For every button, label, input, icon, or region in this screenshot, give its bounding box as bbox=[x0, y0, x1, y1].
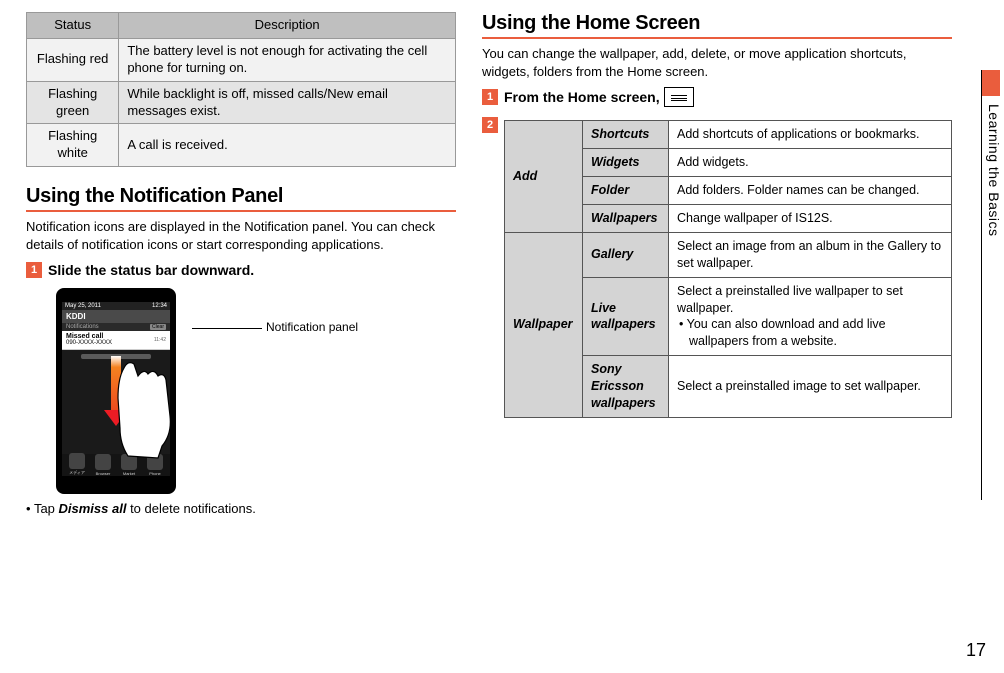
sub-live-wallpapers: Live wallpapers bbox=[583, 277, 669, 356]
table-row: Flashing red The battery level is not en… bbox=[27, 38, 456, 81]
home-intro: You can change the wallpaper, add, delet… bbox=[482, 45, 952, 80]
notif-sub: 090-XXXX-XXXX bbox=[66, 340, 112, 346]
phone-dock: メディア Browser Market Phone bbox=[62, 454, 170, 476]
desc-cell: Add folders. Folder names can be changed… bbox=[669, 177, 952, 205]
sub-folder: Folder bbox=[583, 177, 669, 205]
sub-gallery: Gallery bbox=[583, 232, 669, 277]
section-heading-home-screen: Using the Home Screen bbox=[482, 12, 952, 39]
status-header-status: Status bbox=[27, 13, 119, 39]
carrier-label: KDDI bbox=[62, 310, 170, 323]
step-2-home: 2 Add Shortcuts Add shortcuts of applica… bbox=[482, 116, 952, 417]
menu-icon bbox=[664, 87, 694, 107]
status-cell: Flashing green bbox=[27, 81, 119, 124]
table-row: Flashing green While backlight is off, m… bbox=[27, 81, 456, 124]
notification-illustration: May 25, 2011 12:34 KDDI Notifications Cl… bbox=[26, 288, 456, 494]
status-bar-date: May 25, 2011 bbox=[65, 303, 101, 309]
notif-title: Missed call bbox=[66, 333, 103, 340]
status-header-description: Description bbox=[119, 13, 456, 39]
status-table: Status Description Flashing red The batt… bbox=[26, 12, 456, 167]
notification-intro: Notification icons are displayed in the … bbox=[26, 218, 456, 253]
side-tab-label: Learning the Basics bbox=[986, 104, 1002, 236]
callout-line bbox=[192, 328, 262, 329]
step-title: Slide the status bar downward. bbox=[48, 261, 456, 279]
dismiss-all-bullet: Tap Dismiss all to delete notifications. bbox=[26, 500, 456, 518]
notif-time: 11:42 bbox=[154, 337, 166, 343]
step-1-home: 1 From the Home screen, bbox=[482, 88, 952, 108]
sub-wallpapers: Wallpapers bbox=[583, 205, 669, 233]
table-row: Add Shortcuts Add shortcuts of applicati… bbox=[505, 121, 952, 149]
phone-device: May 25, 2011 12:34 KDDI Notifications Cl… bbox=[56, 288, 176, 494]
group-wallpaper: Wallpaper bbox=[505, 232, 583, 417]
desc-cell: Add widgets. bbox=[669, 149, 952, 177]
notification-item: Missed call 090-XXXX-XXXX 11:42 bbox=[62, 331, 170, 350]
desc-cell: Change wallpaper of IS12S. bbox=[669, 205, 952, 233]
table-row: Flashing white A call is received. bbox=[27, 124, 456, 167]
home-options-table: Add Shortcuts Add shortcuts of applicati… bbox=[504, 120, 952, 417]
desc-cell: Add shortcuts of applications or bookmar… bbox=[669, 121, 952, 149]
step-number-badge: 1 bbox=[26, 262, 42, 278]
status-bar-time: 12:34 bbox=[152, 303, 167, 309]
swipe-down-arrow-icon bbox=[109, 356, 123, 426]
status-cell: Flashing white bbox=[27, 124, 119, 167]
page-number: 17 bbox=[966, 640, 986, 661]
group-add: Add bbox=[505, 121, 583, 233]
side-tab: Learning the Basics bbox=[978, 70, 1000, 290]
step-number-badge: 2 bbox=[482, 117, 498, 133]
step-number-badge: 1 bbox=[482, 89, 498, 105]
notifications-label: Notifications bbox=[66, 324, 99, 330]
clear-button: Clear bbox=[150, 324, 166, 330]
sub-widgets: Widgets bbox=[583, 149, 669, 177]
step-1-notification: 1 Slide the status bar downward. bbox=[26, 261, 456, 279]
callout-label: Notification panel bbox=[266, 320, 358, 334]
desc-cell: Select an image from an album in the Gal… bbox=[669, 232, 952, 277]
desc-cell: A call is received. bbox=[119, 124, 456, 167]
section-heading-notification-panel: Using the Notification Panel bbox=[26, 185, 456, 212]
desc-cell: While backlight is off, missed calls/New… bbox=[119, 81, 456, 124]
sub-shortcuts: Shortcuts bbox=[583, 121, 669, 149]
desc-cell: Select a preinstalled live wallpaper to … bbox=[669, 277, 952, 356]
sub-sony-wallpapers: Sony Ericsson wallpapers bbox=[583, 356, 669, 418]
step-title: From the Home screen, bbox=[504, 89, 664, 105]
desc-cell: Select a preinstalled image to set wallp… bbox=[669, 356, 952, 418]
status-cell: Flashing red bbox=[27, 38, 119, 81]
table-row: Wallpaper Gallery Select an image from a… bbox=[505, 232, 952, 277]
desc-cell: The battery level is not enough for acti… bbox=[119, 38, 456, 81]
